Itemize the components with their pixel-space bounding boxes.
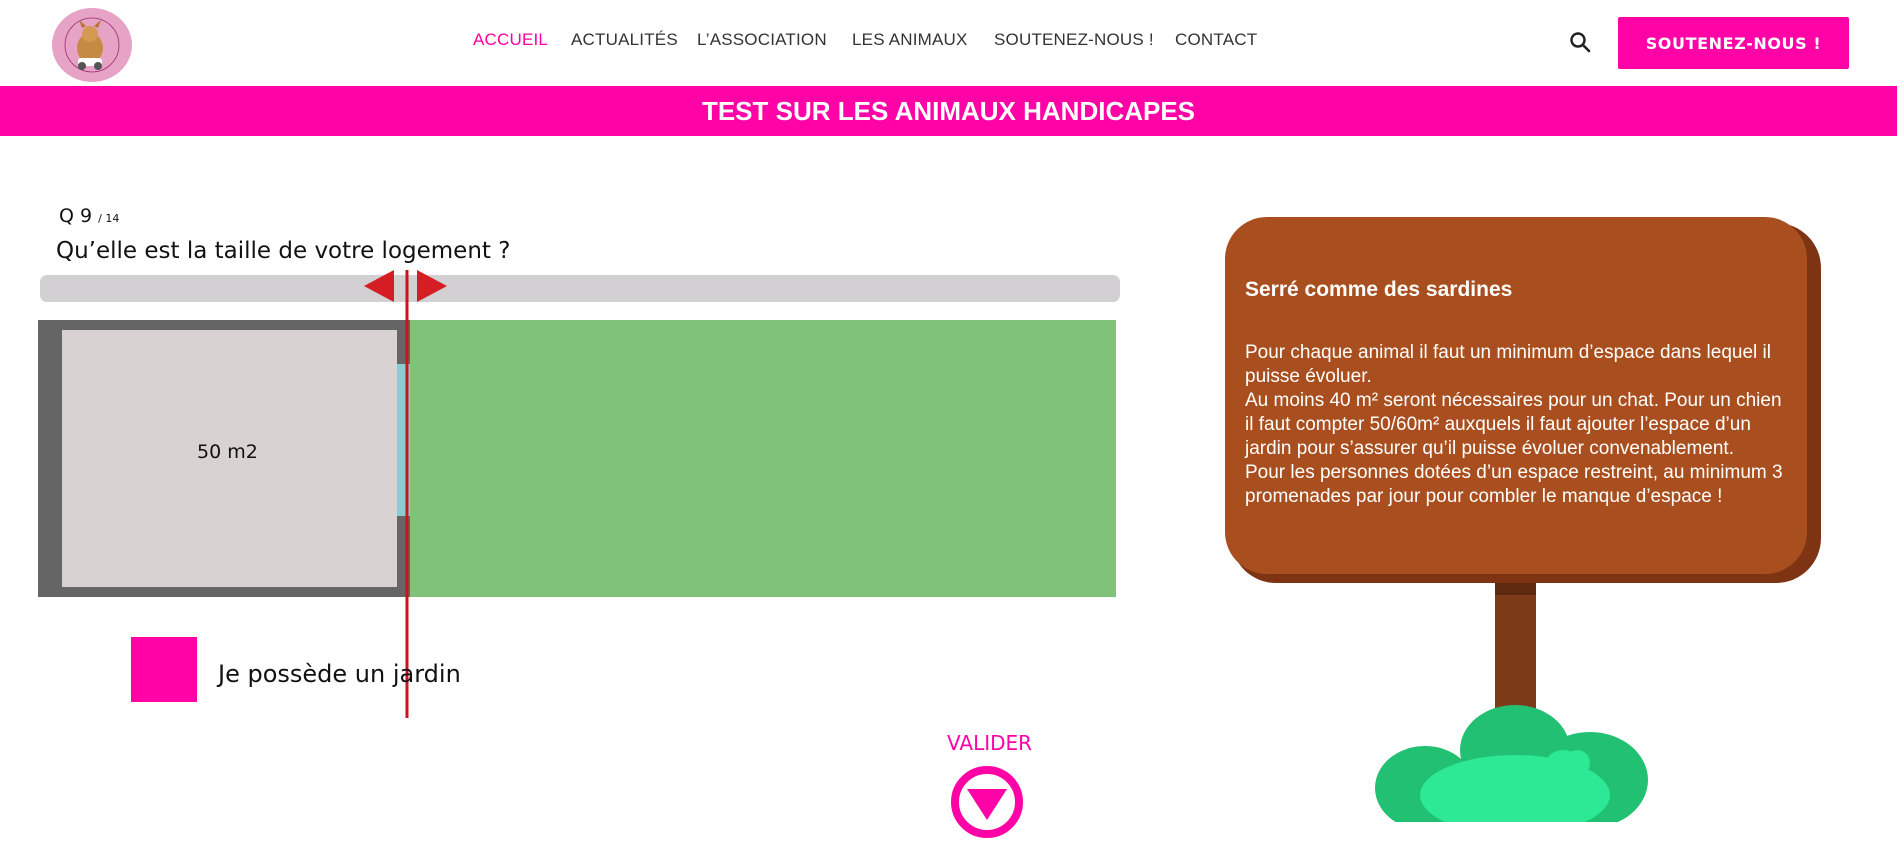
size-slider-track[interactable] [40,275,1120,302]
sign-paragraph: Pour chaque animal il faut un minimum d’… [1245,342,1771,387]
association-logo[interactable] [52,8,132,82]
sign-text: Pour chaque animal il faut un minimum d’… [1245,341,1790,509]
nav-contact[interactable]: CONTACT [1175,30,1257,50]
nav-association[interactable]: L’ASSOCIATION [697,30,827,50]
sign-title: Serré comme des sardines [1245,278,1513,301]
support-button[interactable]: SOUTENEZ-NOUS ! [1618,17,1849,69]
garden-checkbox-label: Je possède un jardin [218,660,461,688]
question-index: Q 9 [59,205,93,227]
arrow-left-icon [364,270,394,302]
garden-checkbox[interactable] [131,637,197,702]
validate-button[interactable] [950,765,1024,839]
chevron-down-icon [967,789,1007,820]
question-text: Qu’elle est la taille de votre logement … [56,238,511,264]
search-icon[interactable] [1568,30,1592,54]
area-value: 50 m2 [197,441,258,463]
nav-accueil[interactable]: ACCUEIL [473,30,548,50]
site-header: ACCUEIL ACTUALITÉS L’ASSOCIATION LES ANI… [0,0,1897,86]
info-sign [1215,210,1835,860]
validate-label[interactable]: VALIDER [947,731,1032,755]
sign-paragraph: Au moins 40 m² seront nécessaires pour u… [1245,390,1782,459]
arrow-right-icon [417,270,447,302]
size-slider-handle[interactable] [364,270,454,720]
nav-actualites[interactable]: ACTUALITÉS [571,30,678,50]
sign-paragraph: Pour les personnes dotées d’un espace re… [1245,462,1783,507]
question-number: Q 9 / 14 [59,205,119,227]
nav-animaux[interactable]: LES ANIMAUX [852,30,968,50]
question-total: / 14 [98,212,120,225]
page-banner: TEST SUR LES ANIMAUX HANDICAPES [0,86,1897,136]
nav-soutenez[interactable]: SOUTENEZ-NOUS ! [994,30,1154,50]
